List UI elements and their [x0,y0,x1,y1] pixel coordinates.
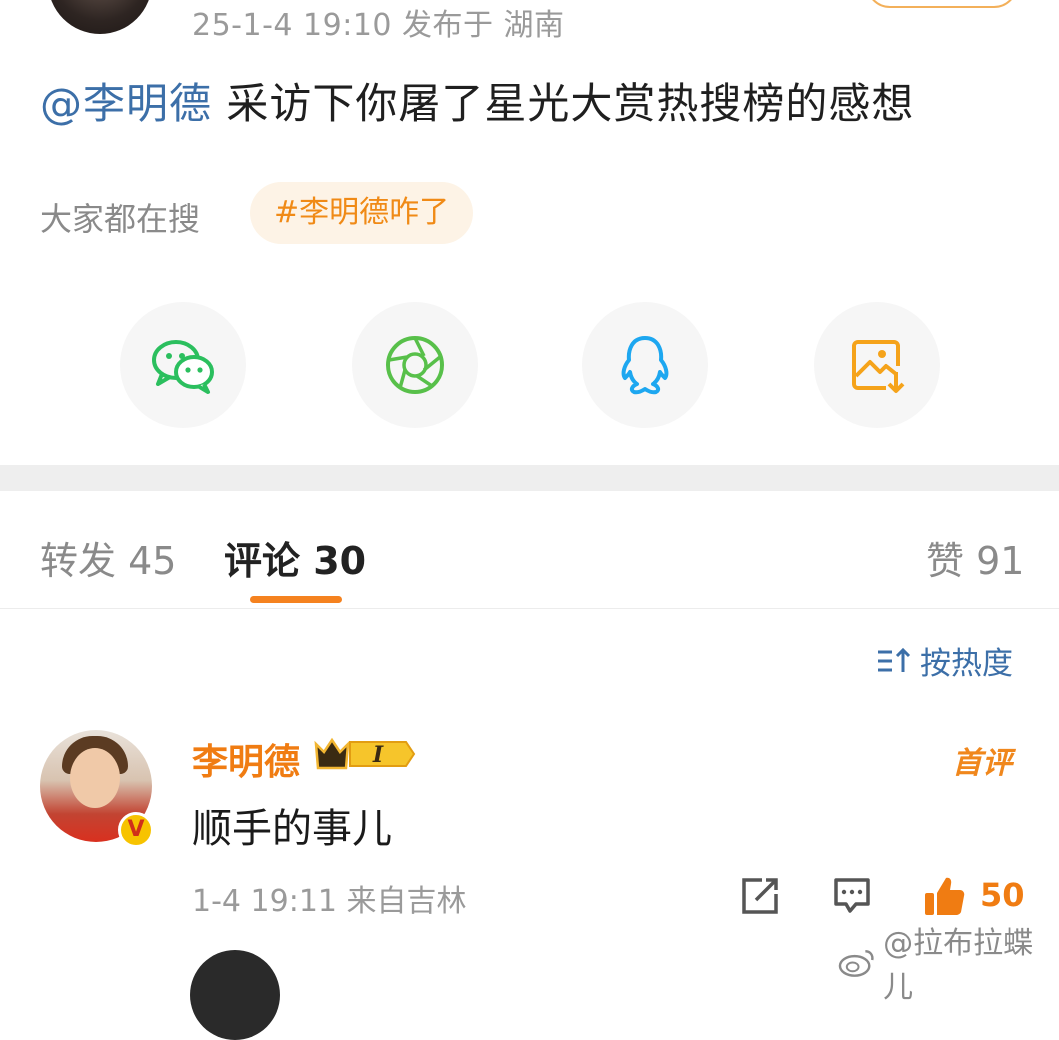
tab-like[interactable]: 赞 91 [926,530,1024,585]
first-comment-tag: 首评 [952,746,1012,781]
sort-icon [878,647,911,672]
save-image-icon [852,340,905,393]
sort-label: 按热度 [920,646,1013,682]
vip-crown-icon: I [314,737,416,770]
trending-label: 大家都在搜 [40,200,201,238]
tab-divider [0,608,1059,609]
sort-button[interactable]: 按热度 [876,638,1013,683]
comment-text: 顺手的事儿 [192,806,392,852]
commenter-name[interactable]: 李明德 [192,733,300,785]
share-moments-button[interactable] [352,302,478,428]
watermark: @拉布拉蝶儿 [838,918,1059,1006]
post-meta: 25-1-4 19:10 发布于 湖南 [192,8,565,43]
next-commenter-avatar[interactable] [190,950,280,1040]
vip-level: I [372,742,384,768]
share-comment-icon[interactable] [740,876,780,916]
moments-icon [386,336,444,394]
mention-link[interactable]: @李明德 [40,79,212,128]
author-avatar[interactable] [48,0,152,34]
thumbs-up-icon[interactable] [922,874,966,918]
tab-repost[interactable]: 转发 45 [40,530,176,585]
share-wechat-button[interactable] [120,302,246,428]
weibo-logo-icon [838,950,874,977]
wechat-icon [152,340,214,394]
reply-comment-icon[interactable] [832,876,872,916]
qq-icon [621,336,669,395]
like-count: 50 [980,876,1025,914]
section-divider [0,465,1059,491]
active-tab-indicator [250,596,342,603]
share-qq-button[interactable] [582,302,708,428]
post-body: 采访下你屠了星光大赏热搜榜的感想 [212,79,915,128]
save-image-button[interactable] [814,302,940,428]
tab-comment[interactable]: 评论 30 [224,530,366,585]
trending-tag[interactable]: #李明德咋了 [250,182,474,244]
comment-time: 1-4 19:11 来自吉林 [192,884,467,919]
verified-badge: V [118,812,154,848]
post-text: @李明德 采访下你屠了星光大赏热搜榜的感想 [40,70,914,131]
follow-button[interactable] [866,0,1018,8]
watermark-text: @拉布拉蝶儿 [883,926,1034,1005]
